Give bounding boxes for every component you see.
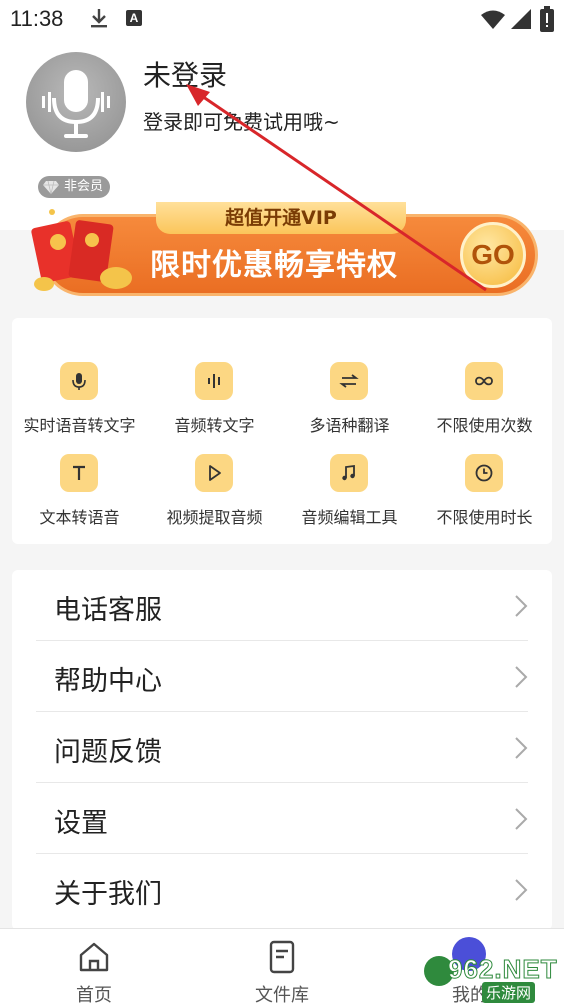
login-title[interactable]: 未登录	[143, 54, 227, 94]
feature-label: 音频编辑工具	[301, 508, 398, 527]
audio-wave-icon	[208, 374, 220, 388]
member-badge-label: 非会员	[64, 179, 104, 194]
infinity-icon	[475, 376, 493, 386]
feature-item[interactable]: 实时语音转文字	[12, 362, 147, 452]
document-icon	[269, 940, 295, 974]
feature-item[interactable]: 音频编辑工具	[282, 454, 417, 544]
diamond-icon	[43, 180, 59, 195]
notification-a-icon: A	[126, 10, 142, 26]
play-icon	[209, 465, 221, 481]
status-bar: 11:38 A	[0, 0, 564, 40]
chevron-right-icon	[515, 808, 528, 830]
red-envelope-icon	[31, 209, 132, 291]
feature-item[interactable]: 多语种翻译	[282, 362, 417, 452]
menu-item-about[interactable]: 关于我们	[36, 854, 528, 925]
feature-label: 文本转语音	[39, 508, 120, 527]
feature-label: 实时语音转文字	[23, 416, 136, 435]
login-subtitle: 登录即可免费试用哦~	[143, 110, 340, 134]
feature-label: 不限使用时长	[436, 508, 533, 527]
features-card: 实时语音转文字 音频转文字 多语种翻译 不限使用次数 文本转语音 视频提取音频 …	[12, 318, 552, 544]
nav-tab-files[interactable]: 文件库	[188, 929, 376, 1004]
nav-label: 文件库	[255, 985, 309, 1004]
menu-item-phone-service[interactable]: 电话客服	[36, 570, 528, 641]
music-note-icon	[342, 464, 355, 481]
feature-item[interactable]: 不限使用次数	[417, 362, 552, 452]
menu-item-label: 电话客服	[54, 595, 162, 626]
feature-label: 多语种翻译	[309, 416, 390, 435]
vip-tab-label: 超值开通VIP	[156, 202, 406, 234]
nav-label: 首页	[76, 985, 112, 1004]
battery-icon	[540, 6, 554, 32]
microphone-icon	[72, 373, 86, 390]
feature-label: 音频转文字	[174, 416, 255, 435]
avatar[interactable]	[26, 52, 126, 152]
menu-item-help-center[interactable]: 帮助中心	[36, 641, 528, 712]
menu-item-label: 设置	[54, 808, 108, 839]
translate-icon	[339, 374, 359, 388]
feature-item[interactable]: 文本转语音	[12, 454, 147, 544]
status-time: 11:38	[10, 6, 64, 31]
feature-label: 视频提取音频	[166, 508, 263, 527]
wifi-icon	[481, 10, 505, 29]
chevron-right-icon	[515, 879, 528, 901]
settings-menu: 电话客服 帮助中心 问题反馈 设置 关于我们	[12, 570, 552, 930]
chevron-right-icon	[515, 737, 528, 759]
clock-icon	[475, 464, 493, 482]
vip-go-button[interactable]: GO	[460, 222, 526, 288]
nav-tab-home[interactable]: 首页	[0, 929, 188, 1004]
feature-item[interactable]: 不限使用时长	[417, 454, 552, 544]
member-badge: 非会员	[38, 176, 110, 198]
watermark-text: 962.NET	[448, 954, 558, 985]
watermark-sub: 乐游网	[482, 982, 536, 1003]
signal-icon	[511, 9, 531, 29]
menu-item-label: 帮助中心	[54, 666, 162, 697]
text-icon	[73, 465, 85, 480]
feature-item[interactable]: 视频提取音频	[147, 454, 282, 544]
chevron-right-icon	[515, 595, 528, 617]
feature-label: 不限使用次数	[436, 416, 533, 435]
vip-banner[interactable]: 超值开通VIP 限时优惠畅享特权 GO	[22, 200, 542, 304]
feature-item[interactable]: 音频转文字	[147, 362, 282, 452]
home-icon	[79, 942, 109, 972]
menu-item-label: 问题反馈	[54, 737, 162, 768]
microphone-icon	[42, 70, 110, 138]
vip-headline: 限时优惠畅享特权	[150, 248, 398, 283]
menu-item-feedback[interactable]: 问题反馈	[36, 712, 528, 783]
download-icon	[91, 9, 107, 28]
menu-item-label: 关于我们	[54, 879, 162, 910]
chevron-right-icon	[515, 666, 528, 688]
menu-item-settings[interactable]: 设置	[36, 783, 528, 854]
watermark-logo: 962.NET 乐游网	[424, 950, 564, 1004]
